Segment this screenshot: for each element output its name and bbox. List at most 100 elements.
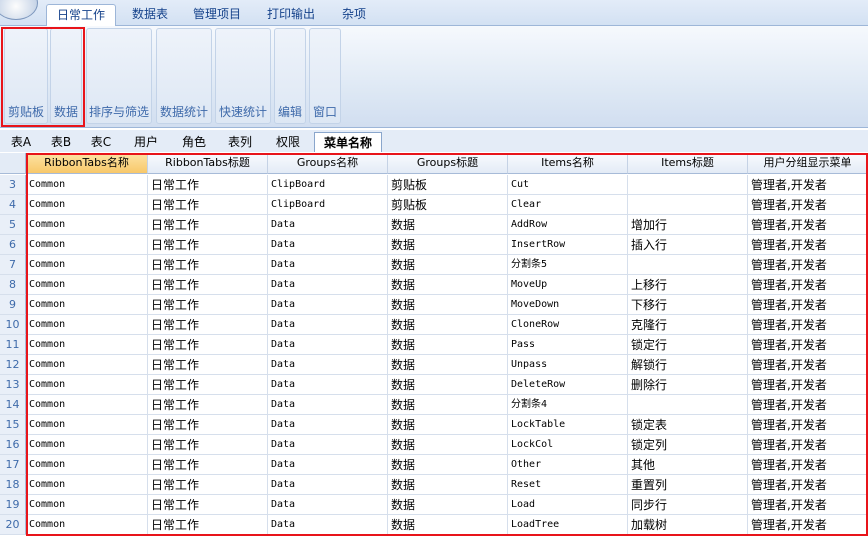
table-cell[interactable]: 日常工作 bbox=[148, 335, 268, 355]
table-cell[interactable]: 管理者,开发者 bbox=[748, 515, 868, 535]
sheet-tab-users[interactable]: 用户 bbox=[124, 132, 168, 152]
table-cell[interactable]: 数据 bbox=[388, 275, 508, 295]
table-cell[interactable]: Common bbox=[26, 175, 148, 195]
table-cell[interactable]: LockTable bbox=[508, 415, 628, 435]
table-cell[interactable]: 管理者,开发者 bbox=[748, 175, 868, 195]
table-cell[interactable]: Data bbox=[268, 455, 388, 475]
table-cell[interactable]: 数据 bbox=[388, 355, 508, 375]
table-cell[interactable]: 数据 bbox=[388, 475, 508, 495]
table-cell[interactable]: Data bbox=[268, 375, 388, 395]
ribbon-group-sort-filter[interactable]: 排序与筛选 bbox=[86, 28, 152, 124]
sheet-tab-permissions[interactable]: 权限 bbox=[266, 132, 310, 152]
sheet-tab-roles[interactable]: 角色 bbox=[172, 132, 216, 152]
table-cell[interactable]: Common bbox=[26, 355, 148, 375]
table-cell[interactable]: 数据 bbox=[388, 255, 508, 275]
table-cell[interactable]: Common bbox=[26, 335, 148, 355]
table-cell[interactable]: 加载树 bbox=[628, 515, 748, 535]
table-cell[interactable]: 管理者,开发者 bbox=[748, 215, 868, 235]
table-cell[interactable]: 增加行 bbox=[628, 215, 748, 235]
table-cell[interactable]: Data bbox=[268, 335, 388, 355]
row-number[interactable]: 10 bbox=[0, 315, 26, 335]
table-cell[interactable]: 数据 bbox=[388, 215, 508, 235]
table-cell[interactable]: CloneRow bbox=[508, 315, 628, 335]
row-number[interactable]: 19 bbox=[0, 495, 26, 515]
table-cell[interactable]: ClipBoard bbox=[268, 175, 388, 195]
row-number[interactable]: 18 bbox=[0, 475, 26, 495]
row-number[interactable]: 5 bbox=[0, 215, 26, 235]
table-cell[interactable]: 管理者,开发者 bbox=[748, 375, 868, 395]
table-cell[interactable]: Cut bbox=[508, 175, 628, 195]
row-number[interactable]: 17 bbox=[0, 455, 26, 475]
table-cell[interactable]: 管理者,开发者 bbox=[748, 355, 868, 375]
table-cell[interactable]: Reset bbox=[508, 475, 628, 495]
row-number[interactable]: 13 bbox=[0, 375, 26, 395]
table-cell[interactable]: Common bbox=[26, 435, 148, 455]
table-cell[interactable]: 管理者,开发者 bbox=[748, 335, 868, 355]
table-cell[interactable]: Data bbox=[268, 415, 388, 435]
table-cell[interactable]: 数据 bbox=[388, 455, 508, 475]
table-cell[interactable]: 克隆行 bbox=[628, 315, 748, 335]
table-cell[interactable]: Common bbox=[26, 515, 148, 535]
table-cell[interactable]: Load bbox=[508, 495, 628, 515]
table-cell[interactable]: 其他 bbox=[628, 455, 748, 475]
ribbon-tab-daily[interactable]: 日常工作 bbox=[46, 4, 116, 26]
table-cell[interactable]: 锁定行 bbox=[628, 335, 748, 355]
ribbon-group-window[interactable]: 窗口 bbox=[309, 28, 341, 124]
table-cell[interactable]: 管理者,开发者 bbox=[748, 455, 868, 475]
row-number[interactable]: 16 bbox=[0, 435, 26, 455]
table-cell[interactable]: 管理者,开发者 bbox=[748, 415, 868, 435]
table-cell[interactable]: 管理者,开发者 bbox=[748, 195, 868, 215]
column-header[interactable]: Groups标题 bbox=[388, 153, 508, 174]
table-cell[interactable]: 日常工作 bbox=[148, 435, 268, 455]
table-cell[interactable]: AddRow bbox=[508, 215, 628, 235]
table-cell[interactable]: 数据 bbox=[388, 415, 508, 435]
row-number[interactable]: 11 bbox=[0, 335, 26, 355]
table-cell[interactable]: Pass bbox=[508, 335, 628, 355]
table-cell[interactable]: 日常工作 bbox=[148, 455, 268, 475]
table-cell[interactable]: 日常工作 bbox=[148, 315, 268, 335]
table-cell[interactable]: 管理者,开发者 bbox=[748, 495, 868, 515]
table-cell[interactable]: 日常工作 bbox=[148, 295, 268, 315]
table-cell[interactable]: Data bbox=[268, 435, 388, 455]
table-cell[interactable]: LoadTree bbox=[508, 515, 628, 535]
table-cell[interactable]: 日常工作 bbox=[148, 375, 268, 395]
table-cell[interactable] bbox=[628, 195, 748, 215]
table-cell[interactable]: 日常工作 bbox=[148, 175, 268, 195]
table-cell[interactable]: 数据 bbox=[388, 375, 508, 395]
table-cell[interactable]: Common bbox=[26, 195, 148, 215]
table-cell[interactable]: 日常工作 bbox=[148, 275, 268, 295]
table-cell[interactable]: Clear bbox=[508, 195, 628, 215]
row-number[interactable]: 9 bbox=[0, 295, 26, 315]
table-cell[interactable]: Data bbox=[268, 275, 388, 295]
table-cell[interactable]: MoveUp bbox=[508, 275, 628, 295]
table-cell[interactable]: Common bbox=[26, 215, 148, 235]
table-cell[interactable]: 上移行 bbox=[628, 275, 748, 295]
table-cell[interactable]: 数据 bbox=[388, 515, 508, 535]
table-cell[interactable]: LockCol bbox=[508, 435, 628, 455]
column-header[interactable]: Items标题 bbox=[628, 153, 748, 174]
table-cell[interactable]: 数据 bbox=[388, 335, 508, 355]
table-cell[interactable]: Data bbox=[268, 475, 388, 495]
sheet-tab-c[interactable]: 表C bbox=[84, 132, 118, 152]
table-cell[interactable]: 管理者,开发者 bbox=[748, 275, 868, 295]
sheet-tab-columns[interactable]: 表列 bbox=[218, 132, 262, 152]
table-cell[interactable]: Data bbox=[268, 235, 388, 255]
table-cell[interactable]: Data bbox=[268, 355, 388, 375]
table-cell[interactable]: Common bbox=[26, 235, 148, 255]
table-cell[interactable]: 日常工作 bbox=[148, 415, 268, 435]
table-cell[interactable]: 数据 bbox=[388, 315, 508, 335]
table-cell[interactable]: 同步行 bbox=[628, 495, 748, 515]
table-cell[interactable]: 管理者,开发者 bbox=[748, 255, 868, 275]
app-menu-orb-icon[interactable] bbox=[0, 0, 38, 20]
table-cell[interactable]: DeleteRow bbox=[508, 375, 628, 395]
table-cell[interactable]: 日常工作 bbox=[148, 495, 268, 515]
row-number[interactable]: 15 bbox=[0, 415, 26, 435]
table-cell[interactable]: Common bbox=[26, 395, 148, 415]
ribbon-group-quick-stats[interactable]: 快速统计 bbox=[215, 28, 271, 124]
table-cell[interactable]: Other bbox=[508, 455, 628, 475]
table-cell[interactable]: 剪贴板 bbox=[388, 195, 508, 215]
table-cell[interactable] bbox=[628, 255, 748, 275]
column-header[interactable]: RibbonTabs名称 bbox=[26, 153, 148, 174]
table-cell[interactable]: Common bbox=[26, 315, 148, 335]
sheet-tab-a[interactable]: 表A bbox=[4, 132, 38, 152]
